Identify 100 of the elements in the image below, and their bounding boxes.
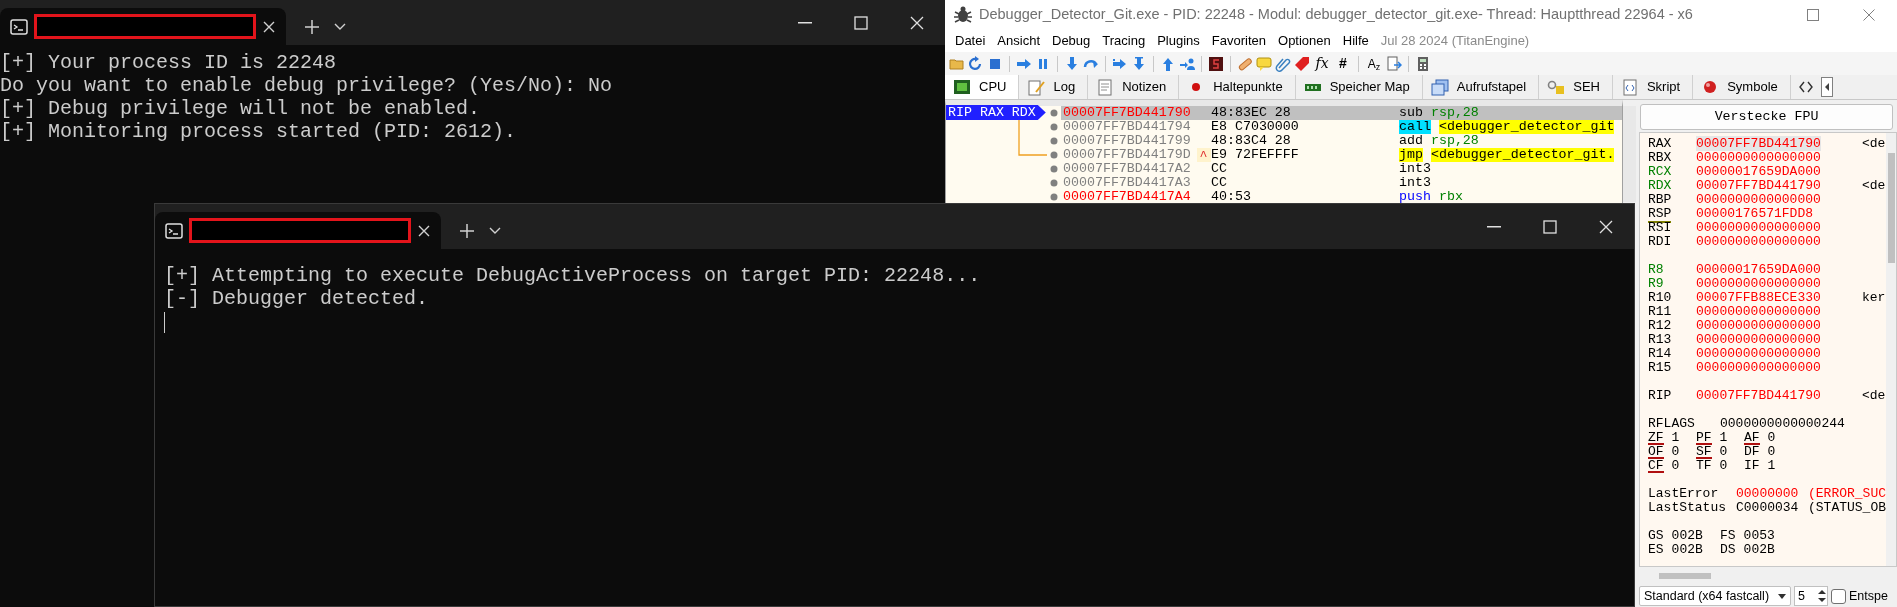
calculator-icon[interactable] (1415, 55, 1431, 72)
terminal-tab[interactable] (155, 212, 441, 249)
register-value[interactable]: 0000000000000000 (1696, 332, 1821, 347)
disassembly-row[interactable]: 00007FF7BD44179D ^ E9 72FEFFFF jmp <debugger_detector_git. (946, 148, 1623, 162)
tab[interactable]: Symbole (1693, 75, 1791, 99)
segment-value[interactable]: 002B (1671, 543, 1703, 557)
disassembly-row[interactable]: 00007FF7BD4417A2 CC int3 (946, 162, 1623, 176)
register-value[interactable]: 00000017659DA000 (1696, 164, 1821, 179)
menu-item[interactable]: Debug (1046, 31, 1097, 51)
document-arrow-icon[interactable] (1386, 55, 1402, 72)
terminal-line: [+] Attempting to execute DebugActiveProcess on target PID: 22248... (164, 264, 982, 287)
scrollbar[interactable] (1623, 106, 1636, 202)
tab[interactable]: Haltepunkte (1179, 75, 1296, 99)
argument-count-spinner[interactable]: 5 (1794, 586, 1828, 606)
build-info: Jul 28 2024 (TitanEngine) (1379, 32, 1531, 51)
flag-value[interactable]: 1 (1671, 431, 1680, 445)
flag-value[interactable]: 0 (1719, 445, 1728, 459)
flag-value[interactable]: 0 (1671, 445, 1680, 459)
menu-item[interactable]: Ansicht (991, 31, 1046, 51)
register-value[interactable]: 00007FFB88ECE330 (1696, 290, 1821, 305)
segment-name: DS (1720, 543, 1736, 557)
terminal-tab[interactable] (0, 8, 286, 45)
register-value[interactable]: 00007FF7BD441790 (1696, 388, 1821, 403)
register-value[interactable]: 00000017659DA000 (1696, 262, 1821, 277)
breakpoint-dot-icon[interactable] (1049, 165, 1058, 173)
disassembly-row[interactable]: 00007FF7BD441794 E8 C7030000 call <debugger_detector_git (946, 120, 1623, 134)
menu-item[interactable]: Datei (949, 31, 992, 51)
flag-value[interactable]: 0 (1671, 459, 1680, 473)
flag-value[interactable]: 0 (1719, 459, 1728, 473)
breakpoint-dot-icon[interactable] (1049, 123, 1058, 131)
tab[interactable]: SEH (1539, 75, 1613, 99)
maximize-icon[interactable] (1807, 9, 1819, 21)
tab[interactable]: Aufrufstapel (1422, 75, 1540, 99)
disassembly-row[interactable]: 00007FF7BD441799 48:83C4 28 add rsp,28 (946, 134, 1623, 148)
s-square-icon[interactable] (1208, 55, 1224, 72)
tab[interactable]: Skript (1612, 75, 1694, 99)
flag-value[interactable]: 0 (1767, 431, 1776, 445)
breakpoint-dot-icon[interactable] (1049, 151, 1058, 159)
register-value[interactable]: 00007FF7BD441790 (1696, 178, 1821, 193)
down-arrow-icon[interactable] (1064, 55, 1080, 72)
flag-value[interactable]: 1 (1719, 431, 1728, 445)
register-value[interactable]: 0000000000000000 (1696, 276, 1821, 291)
tab[interactable]: Log (1019, 75, 1089, 99)
double-down-arrow-icon[interactable] (1131, 55, 1147, 72)
plus-icon[interactable] (304, 18, 320, 35)
hide-fpu-button[interactable]: Verstecke FPU (1640, 104, 1893, 130)
menu-item[interactable]: Optionen (1272, 31, 1337, 51)
speech-bubble-icon[interactable] (1256, 55, 1272, 72)
toolbar-symbol[interactable]: A$_{z}$ (1365, 54, 1383, 73)
disassembly-row[interactable]: 00007FF7BD4417A3 CC int3 (946, 176, 1623, 190)
register-value[interactable]: 0000000000000000 (1696, 318, 1821, 333)
segment-value[interactable]: 002B (1743, 543, 1775, 557)
menu-item[interactable]: Favoriten (1205, 31, 1273, 51)
scroll-left-icon[interactable] (1820, 77, 1833, 97)
tab[interactable]: Speicher Map (1295, 75, 1423, 99)
plus-icon[interactable] (459, 222, 475, 239)
disassembly-row[interactable]: 00007FF7BD4417A4 40:53 push rbx (946, 190, 1623, 204)
chevron-down-icon[interactable] (334, 22, 346, 31)
calling-convention-select[interactable]: Standard (x64 fastcall) (1639, 586, 1791, 606)
flag-value[interactable]: 1 (1767, 459, 1776, 473)
menu-item[interactable]: Plugins (1151, 31, 1206, 51)
register-label: RIP RAX RDX (946, 105, 1046, 120)
register-value[interactable]: 00000176571FDD8 (1696, 206, 1814, 221)
bug-icon (953, 5, 973, 25)
register-value[interactable]: 0000000000000000 (1696, 360, 1821, 375)
register-value[interactable]: 0000000000000000 (1696, 234, 1821, 249)
register-value[interactable]: 0000000000000000 (1696, 150, 1821, 165)
tag-icon[interactable] (1294, 55, 1310, 72)
tab[interactable]: Notizen (1088, 75, 1180, 99)
breakpoint-dot-icon[interactable] (1049, 109, 1058, 117)
segment-value[interactable]: 002B (1671, 529, 1703, 543)
restart-icon[interactable] (968, 55, 984, 72)
register-value[interactable]: 0000000000000244 (1720, 417, 1845, 431)
register-value[interactable]: 0000000000000000 (1696, 220, 1821, 235)
scroll-thumb[interactable] (1887, 153, 1895, 263)
segment-name: FS (1720, 529, 1736, 543)
segment-value[interactable]: 0053 (1743, 529, 1775, 543)
menu-item[interactable]: Hilfe (1336, 31, 1375, 51)
menu-item[interactable]: Tracing (1096, 31, 1152, 51)
code-icon[interactable] (1798, 81, 1813, 93)
scroll-thumb[interactable] (1659, 573, 1711, 579)
status-value[interactable]: 00000000 (1736, 487, 1808, 501)
checkbox-label[interactable]: Entspe (1849, 586, 1888, 606)
breakpoint-dot-icon[interactable] (1049, 137, 1058, 145)
toolbar-symbol[interactable]: fx (1313, 53, 1331, 74)
toolbar-symbol[interactable]: # (1334, 53, 1352, 74)
chevron-down-icon[interactable] (489, 226, 501, 235)
register-name: RSP (1648, 206, 1672, 223)
breakpoint-dot-icon[interactable] (1049, 179, 1058, 187)
register-value[interactable]: 0000000000000000 (1696, 304, 1821, 319)
minimize-icon[interactable] (1487, 225, 1501, 228)
minimize-icon[interactable] (798, 21, 812, 24)
register-value[interactable]: 0000000000000000 (1696, 192, 1821, 207)
flag-value[interactable]: 0 (1767, 445, 1776, 459)
disassembly-row[interactable]: RIP RAX RDX 00007FF7BD441790 48:83EC 28 sub rsp,28 (946, 106, 1623, 120)
tab[interactable]: CPU (945, 75, 1020, 99)
breakpoint-dot-icon[interactable] (1049, 193, 1058, 201)
checkbox[interactable] (1831, 588, 1846, 604)
status-value[interactable]: C0000034 (1736, 501, 1808, 515)
register-value[interactable]: 0000000000000000 (1696, 346, 1821, 361)
